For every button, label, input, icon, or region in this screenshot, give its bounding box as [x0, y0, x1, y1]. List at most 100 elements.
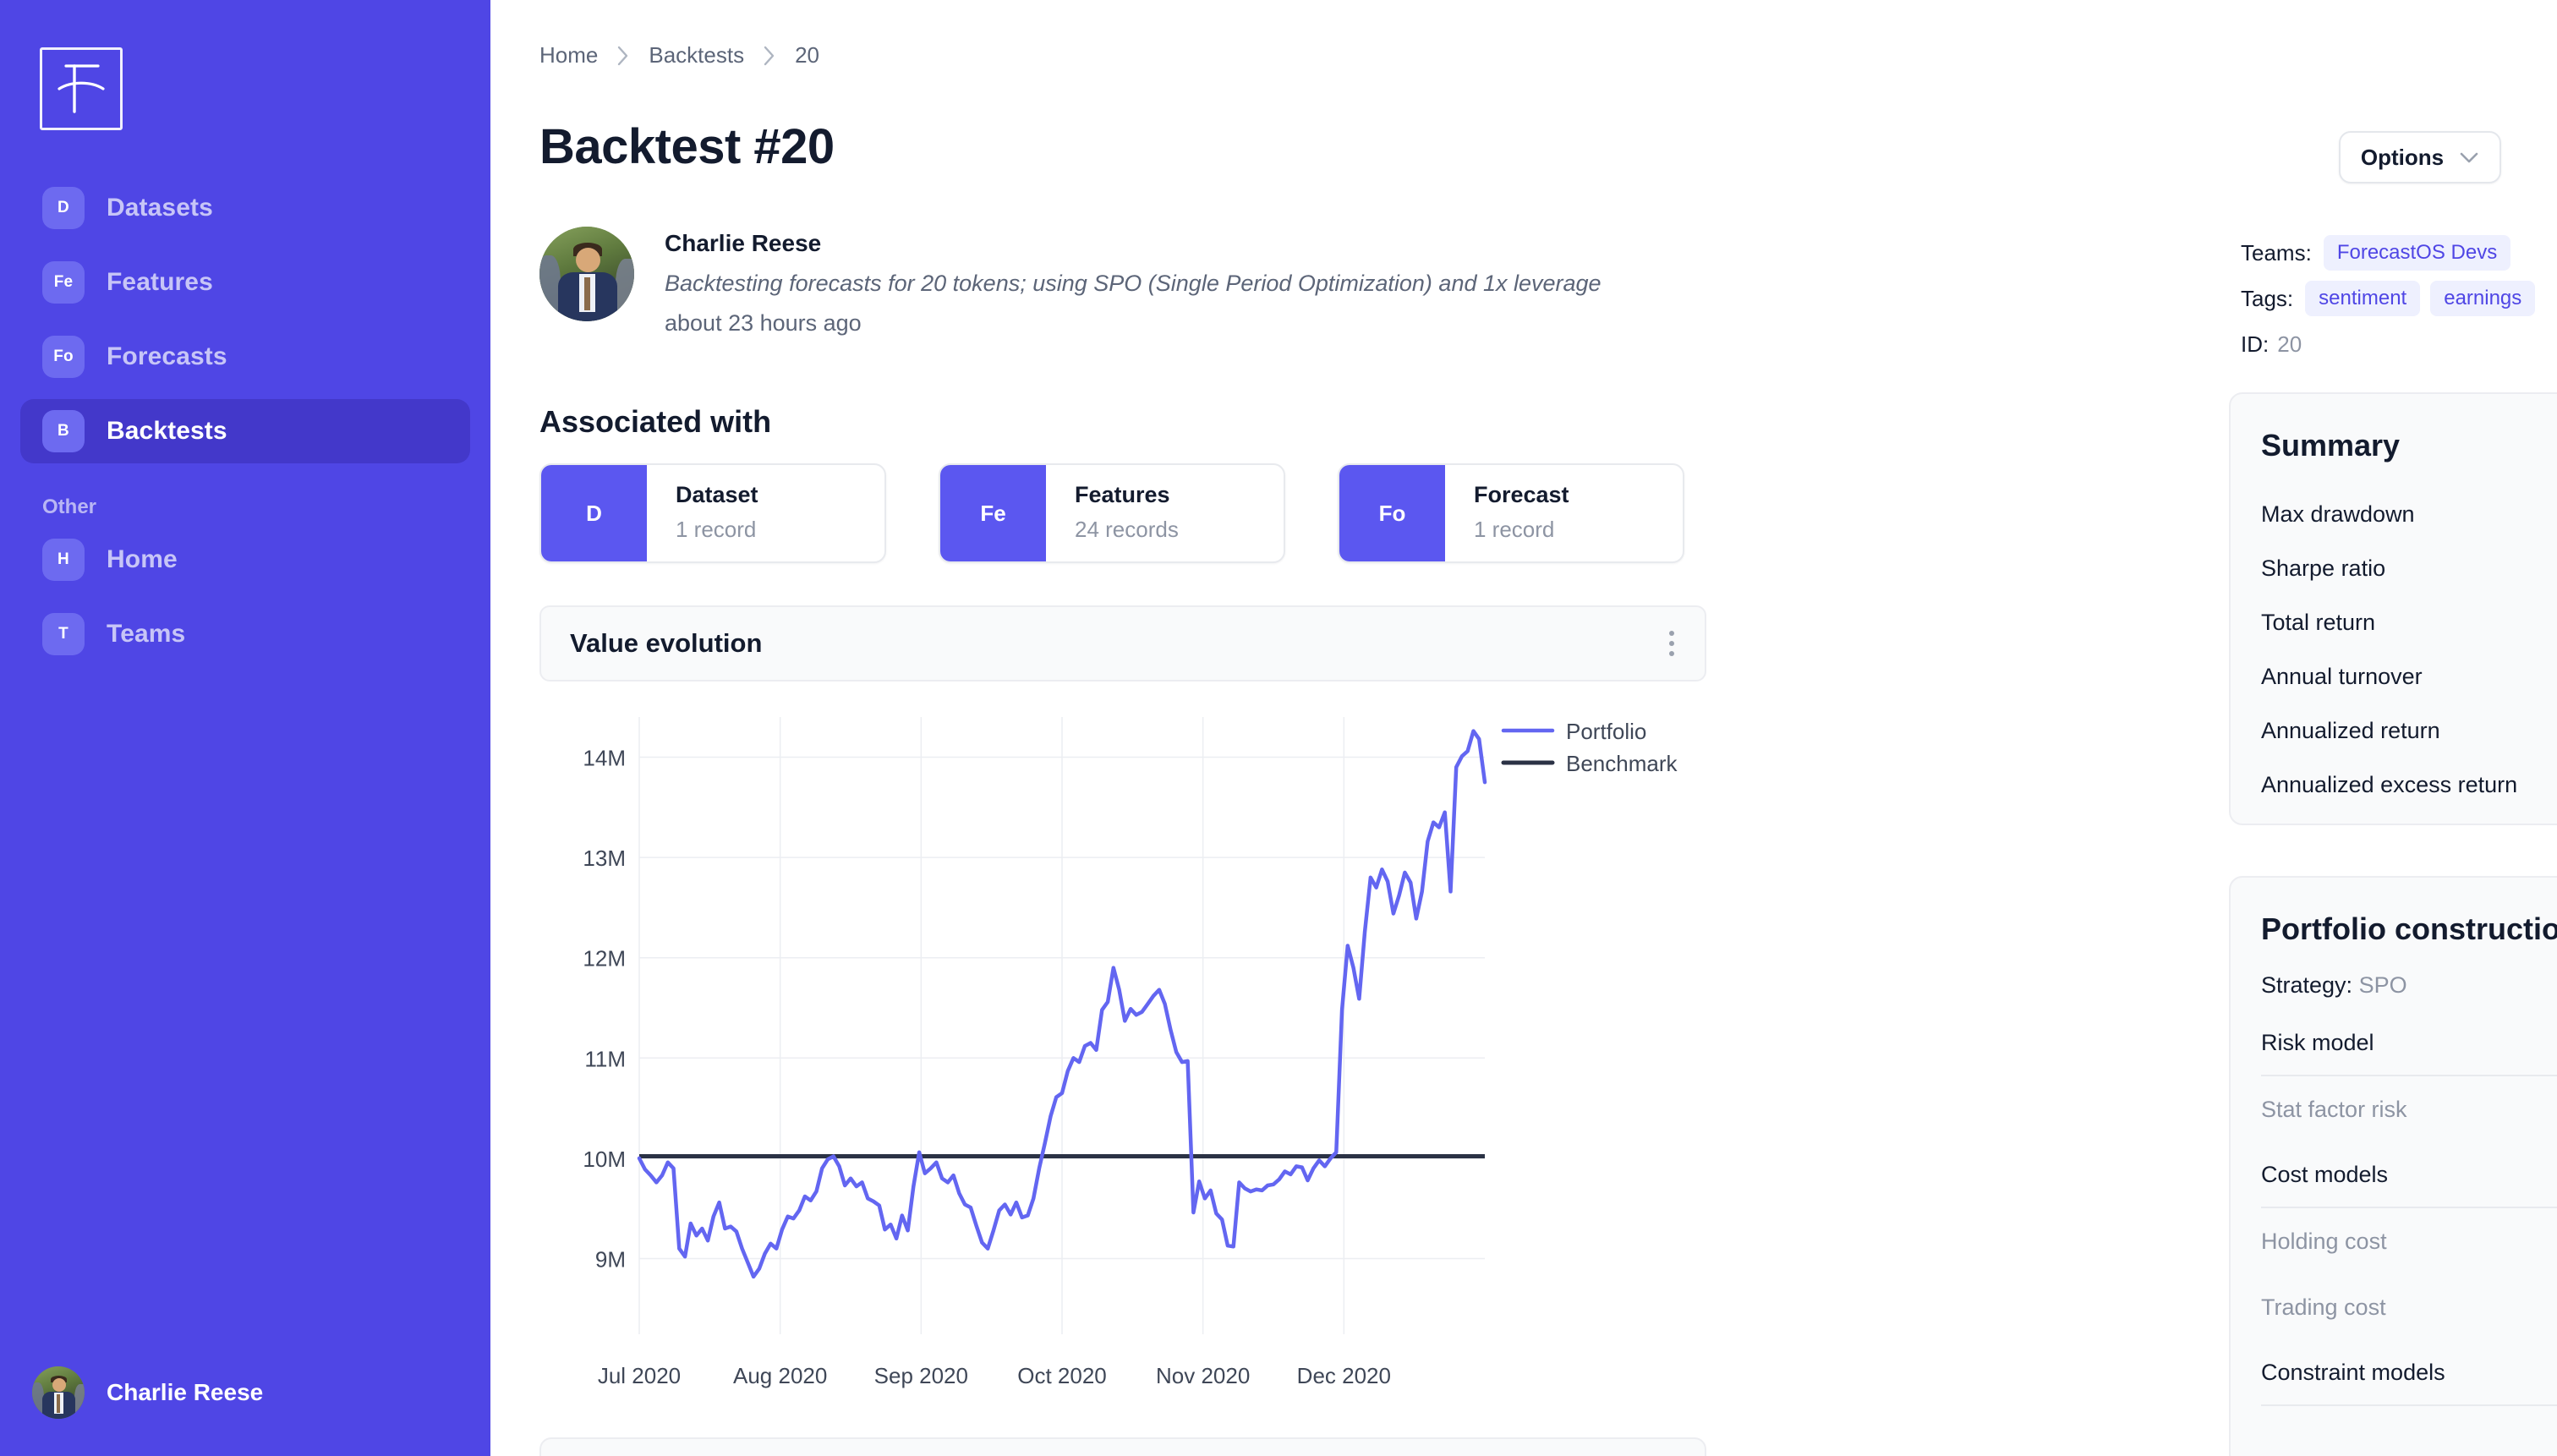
associated-card-count: 1 record — [676, 517, 757, 542]
teams-row: Teams: ForecastOS Devs — [2241, 235, 2535, 271]
pc-row-label: Trading cost — [2261, 1294, 2386, 1320]
id-label: ID: — [2241, 331, 2270, 357]
associated-card-dataset[interactable]: D Dataset 1 record — [539, 463, 886, 563]
sidebar-item-backtests[interactable]: B Backtests — [20, 399, 470, 463]
summary-row: Max drawdown 23.1% — [2261, 487, 2557, 541]
sidebar-section-other: Other — [42, 495, 97, 518]
pc-row-trading-cost[interactable]: Trading cost Gamma: 10 — [2261, 1274, 2557, 1340]
sidebar-item-label: Teams — [107, 620, 186, 648]
author-description: Backtesting forecasts for 20 tokens; usi… — [665, 271, 1602, 296]
svg-text:Portfolio: Portfolio — [1566, 719, 1646, 744]
avatar — [539, 227, 634, 321]
summary-row-label: Annualized excess return — [2261, 771, 2518, 797]
associated-card-forecast[interactable]: Fo Forecast 1 record — [1338, 463, 1684, 563]
sidebar-nav: D Datasets Fe Features Fo Forecasts B Ba… — [20, 176, 470, 676]
next-card-peek — [539, 1437, 1706, 1456]
summary-row: Total return 37.2% — [2261, 595, 2557, 649]
pc-row-label: Holding cost — [2261, 1228, 2387, 1254]
pc-row-label: Risk model — [2261, 1029, 2374, 1055]
associated-with-title: Associated with — [539, 404, 772, 439]
portfolio-construction-title: Portfolio construction — [2261, 911, 2557, 946]
sidebar-item-label: Forecasts — [107, 342, 227, 370]
svg-text:Sep 2020: Sep 2020 — [874, 1363, 968, 1388]
svg-text:Aug 2020: Aug 2020 — [733, 1363, 827, 1388]
tag-chip[interactable]: earnings — [2430, 281, 2536, 316]
pc-row-risk-model[interactable]: Risk model Params — [2261, 1010, 2557, 1076]
pc-row-label: Cost models — [2261, 1161, 2389, 1187]
main-content: Home Backtests 20 Backtest #20 Options C… — [490, 0, 2557, 1456]
sidebar-item-label: Home — [107, 545, 178, 573]
portfolio-construction-rows: Risk model Params Stat factor risk Gamma… — [2231, 999, 2557, 1406]
strategy-row: Strategy: SPO — [2231, 947, 2557, 999]
associated-card-name: Features — [1075, 482, 1170, 507]
page-title: Backtest #20 — [539, 119, 835, 174]
features-badge-icon: Fe — [42, 261, 85, 304]
metadata-block: Teams: ForecastOS Devs Tags: sentiment e… — [2241, 235, 2536, 372]
breadcrumb-item-backtests[interactable]: Backtests — [649, 42, 744, 68]
chevron-right-icon — [763, 45, 776, 67]
summary-row: Annualized excess return 87.5% — [2261, 758, 2557, 812]
summary-row-label: Annual turnover — [2261, 663, 2423, 689]
strategy-value: SPO — [2358, 972, 2407, 998]
chart-area[interactable]: 9M 10M 11M 12M 13M 14M Jul 2020 Aug 2020 Sep 202… — [539, 698, 1706, 1392]
associated-card-name: Dataset — [676, 482, 758, 507]
sidebar-item-label: Features — [107, 268, 213, 296]
pc-row-holding-cost[interactable]: Holding cost Gamma: 1 — [2261, 1208, 2557, 1274]
summary-rows: Max drawdown 23.1% Sharpe ratio 1.7x Tot… — [2231, 463, 2557, 812]
teams-label: Teams: — [2241, 239, 2312, 265]
sidebar-item-teams[interactable]: T Teams — [20, 602, 470, 666]
teams-badge-icon: T — [42, 613, 85, 655]
sidebar-user-name: Charlie Reese — [107, 1379, 264, 1405]
kebab-menu-icon[interactable] — [1662, 624, 1681, 663]
svg-text:11M: 11M — [584, 1046, 626, 1071]
avatar — [32, 1366, 85, 1419]
svg-text:10M: 10M — [583, 1147, 626, 1172]
summary-row: Sharpe ratio 1.7x — [2261, 541, 2557, 595]
pc-row-label: Constraint models — [2261, 1359, 2445, 1385]
summary-row: Annual turnover 83.4x — [2261, 649, 2557, 703]
summary-title: Summary — [2261, 428, 2401, 463]
summary-row: Annualized return 88.0% — [2261, 703, 2557, 758]
svg-text:9M: 9M — [595, 1247, 626, 1273]
summary-row-label: Sharpe ratio — [2261, 555, 2386, 581]
breadcrumb-item-current[interactable]: 20 — [795, 42, 819, 68]
sidebar-user[interactable]: Charlie Reese — [32, 1366, 263, 1419]
datasets-badge-icon: D — [42, 187, 85, 229]
logo-f-icon[interactable] — [40, 47, 123, 130]
backtests-badge-icon: B — [42, 410, 85, 452]
team-chip[interactable]: ForecastOS Devs — [2323, 235, 2511, 271]
dataset-badge-icon: D — [541, 465, 647, 561]
sidebar-item-home[interactable]: H Home — [20, 528, 470, 592]
svg-text:14M: 14M — [583, 745, 626, 770]
value-evolution-header: Value evolution — [539, 605, 1706, 681]
associated-card-features[interactable]: Fe Features 24 records — [939, 463, 1285, 563]
pc-row-constraint-models[interactable]: Constraint models Params — [2261, 1340, 2557, 1406]
app-root: D Datasets Fe Features Fo Forecasts B Ba… — [0, 0, 2557, 1456]
chevron-down-icon — [2459, 145, 2479, 171]
summary-row-label: Max drawdown — [2261, 501, 2415, 527]
breadcrumb-item-home[interactable]: Home — [539, 42, 598, 68]
author-block: Charlie Reese Backtesting forecasts for … — [539, 227, 1602, 337]
pc-row-cost-models[interactable]: Cost models Params — [2261, 1142, 2557, 1208]
portfolio-construction-panel: Portfolio construction Strategy: SPO Ris… — [2229, 876, 2557, 1456]
associated-card-name: Forecast — [1474, 482, 1569, 507]
tag-chip[interactable]: sentiment — [2305, 281, 2421, 316]
chevron-right-icon — [616, 45, 630, 67]
pc-row-stat-factor-risk[interactable]: Stat factor risk Gamma: 1 — [2261, 1076, 2557, 1142]
summary-panel: Summary Max drawdown 23.1% Sharpe ratio … — [2229, 392, 2557, 825]
id-value: 20 — [2277, 331, 2302, 357]
sidebar-item-datasets[interactable]: D Datasets — [20, 176, 470, 240]
sidebar-item-forecasts[interactable]: Fo Forecasts — [20, 325, 470, 389]
summary-row-label: Annualized return — [2261, 717, 2440, 743]
sidebar-item-label: Backtests — [107, 417, 227, 445]
svg-text:Dec 2020: Dec 2020 — [1297, 1363, 1391, 1388]
forecasts-badge-icon: Fo — [42, 336, 85, 378]
id-row: ID: 20 — [2241, 326, 2535, 362]
options-button[interactable]: Options — [2339, 131, 2501, 183]
sidebar-item-features[interactable]: Fe Features — [20, 250, 470, 315]
summary-row-label: Total return — [2261, 609, 2376, 635]
svg-text:12M: 12M — [583, 946, 626, 972]
home-badge-icon: H — [42, 539, 85, 581]
author-name: Charlie Reese — [665, 230, 822, 256]
associated-card-count: 1 record — [1474, 517, 1555, 542]
